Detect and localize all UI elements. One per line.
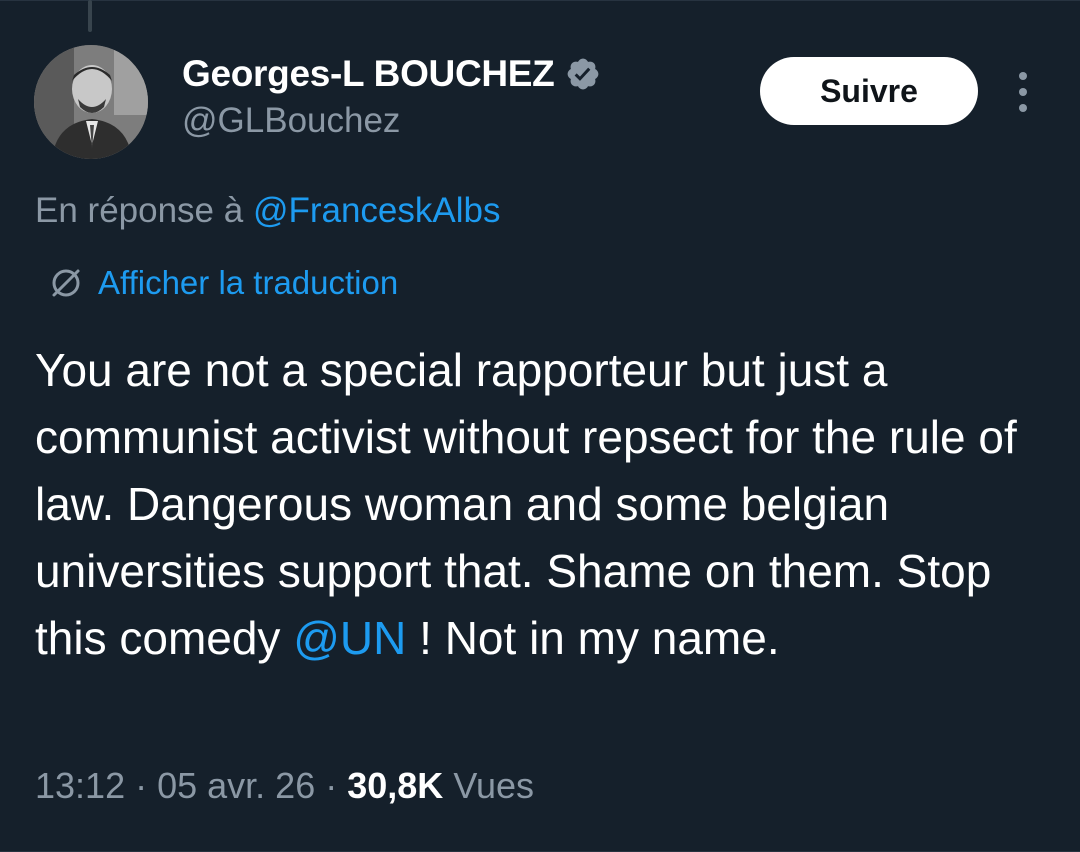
more-dot (1019, 104, 1027, 112)
tweet-date[interactable]: 05 avr. 26 (157, 765, 315, 806)
globe-translate-icon (52, 269, 80, 297)
tweet-body: You are not a special rapporteur but jus… (35, 337, 1045, 672)
follow-button[interactable]: Suivre (760, 57, 978, 125)
show-translation-label[interactable]: Afficher la traduction (98, 264, 398, 302)
tweet-meta: 13:12 · 05 avr. 26 · 30,8K Vues (35, 765, 534, 807)
tweet-time[interactable]: 13:12 (35, 765, 125, 806)
tweet-text-part2: ! Not in my name. (406, 612, 780, 664)
verified-badge-icon (567, 58, 598, 90)
views-count: 30,8K (347, 765, 444, 806)
author-name-row[interactable]: Georges-L BOUCHEZ (182, 52, 601, 96)
meta-separator: · (315, 765, 348, 806)
more-dot (1019, 88, 1027, 96)
views-label: Vues (453, 765, 535, 806)
reply-mention-link[interactable]: @FranceskAlbs (253, 191, 501, 230)
show-translation-button[interactable]: Afficher la traduction (46, 263, 398, 303)
more-dot (1019, 72, 1027, 80)
meta-separator: · (125, 765, 158, 806)
profile-photo-icon (34, 45, 148, 159)
avatar[interactable] (34, 45, 148, 159)
reply-prefix: En réponse à (35, 191, 253, 230)
more-vertical-icon[interactable] (1008, 72, 1038, 112)
tweet-mention-link[interactable]: @UN (293, 612, 406, 664)
author-display-name[interactable]: Georges-L BOUCHEZ (182, 53, 555, 95)
thread-connector-line (88, 0, 92, 32)
reply-context: En réponse à @FranceskAlbs (35, 191, 500, 231)
author-handle[interactable]: @GLBouchez (182, 101, 400, 141)
top-divider (0, 0, 1080, 1)
